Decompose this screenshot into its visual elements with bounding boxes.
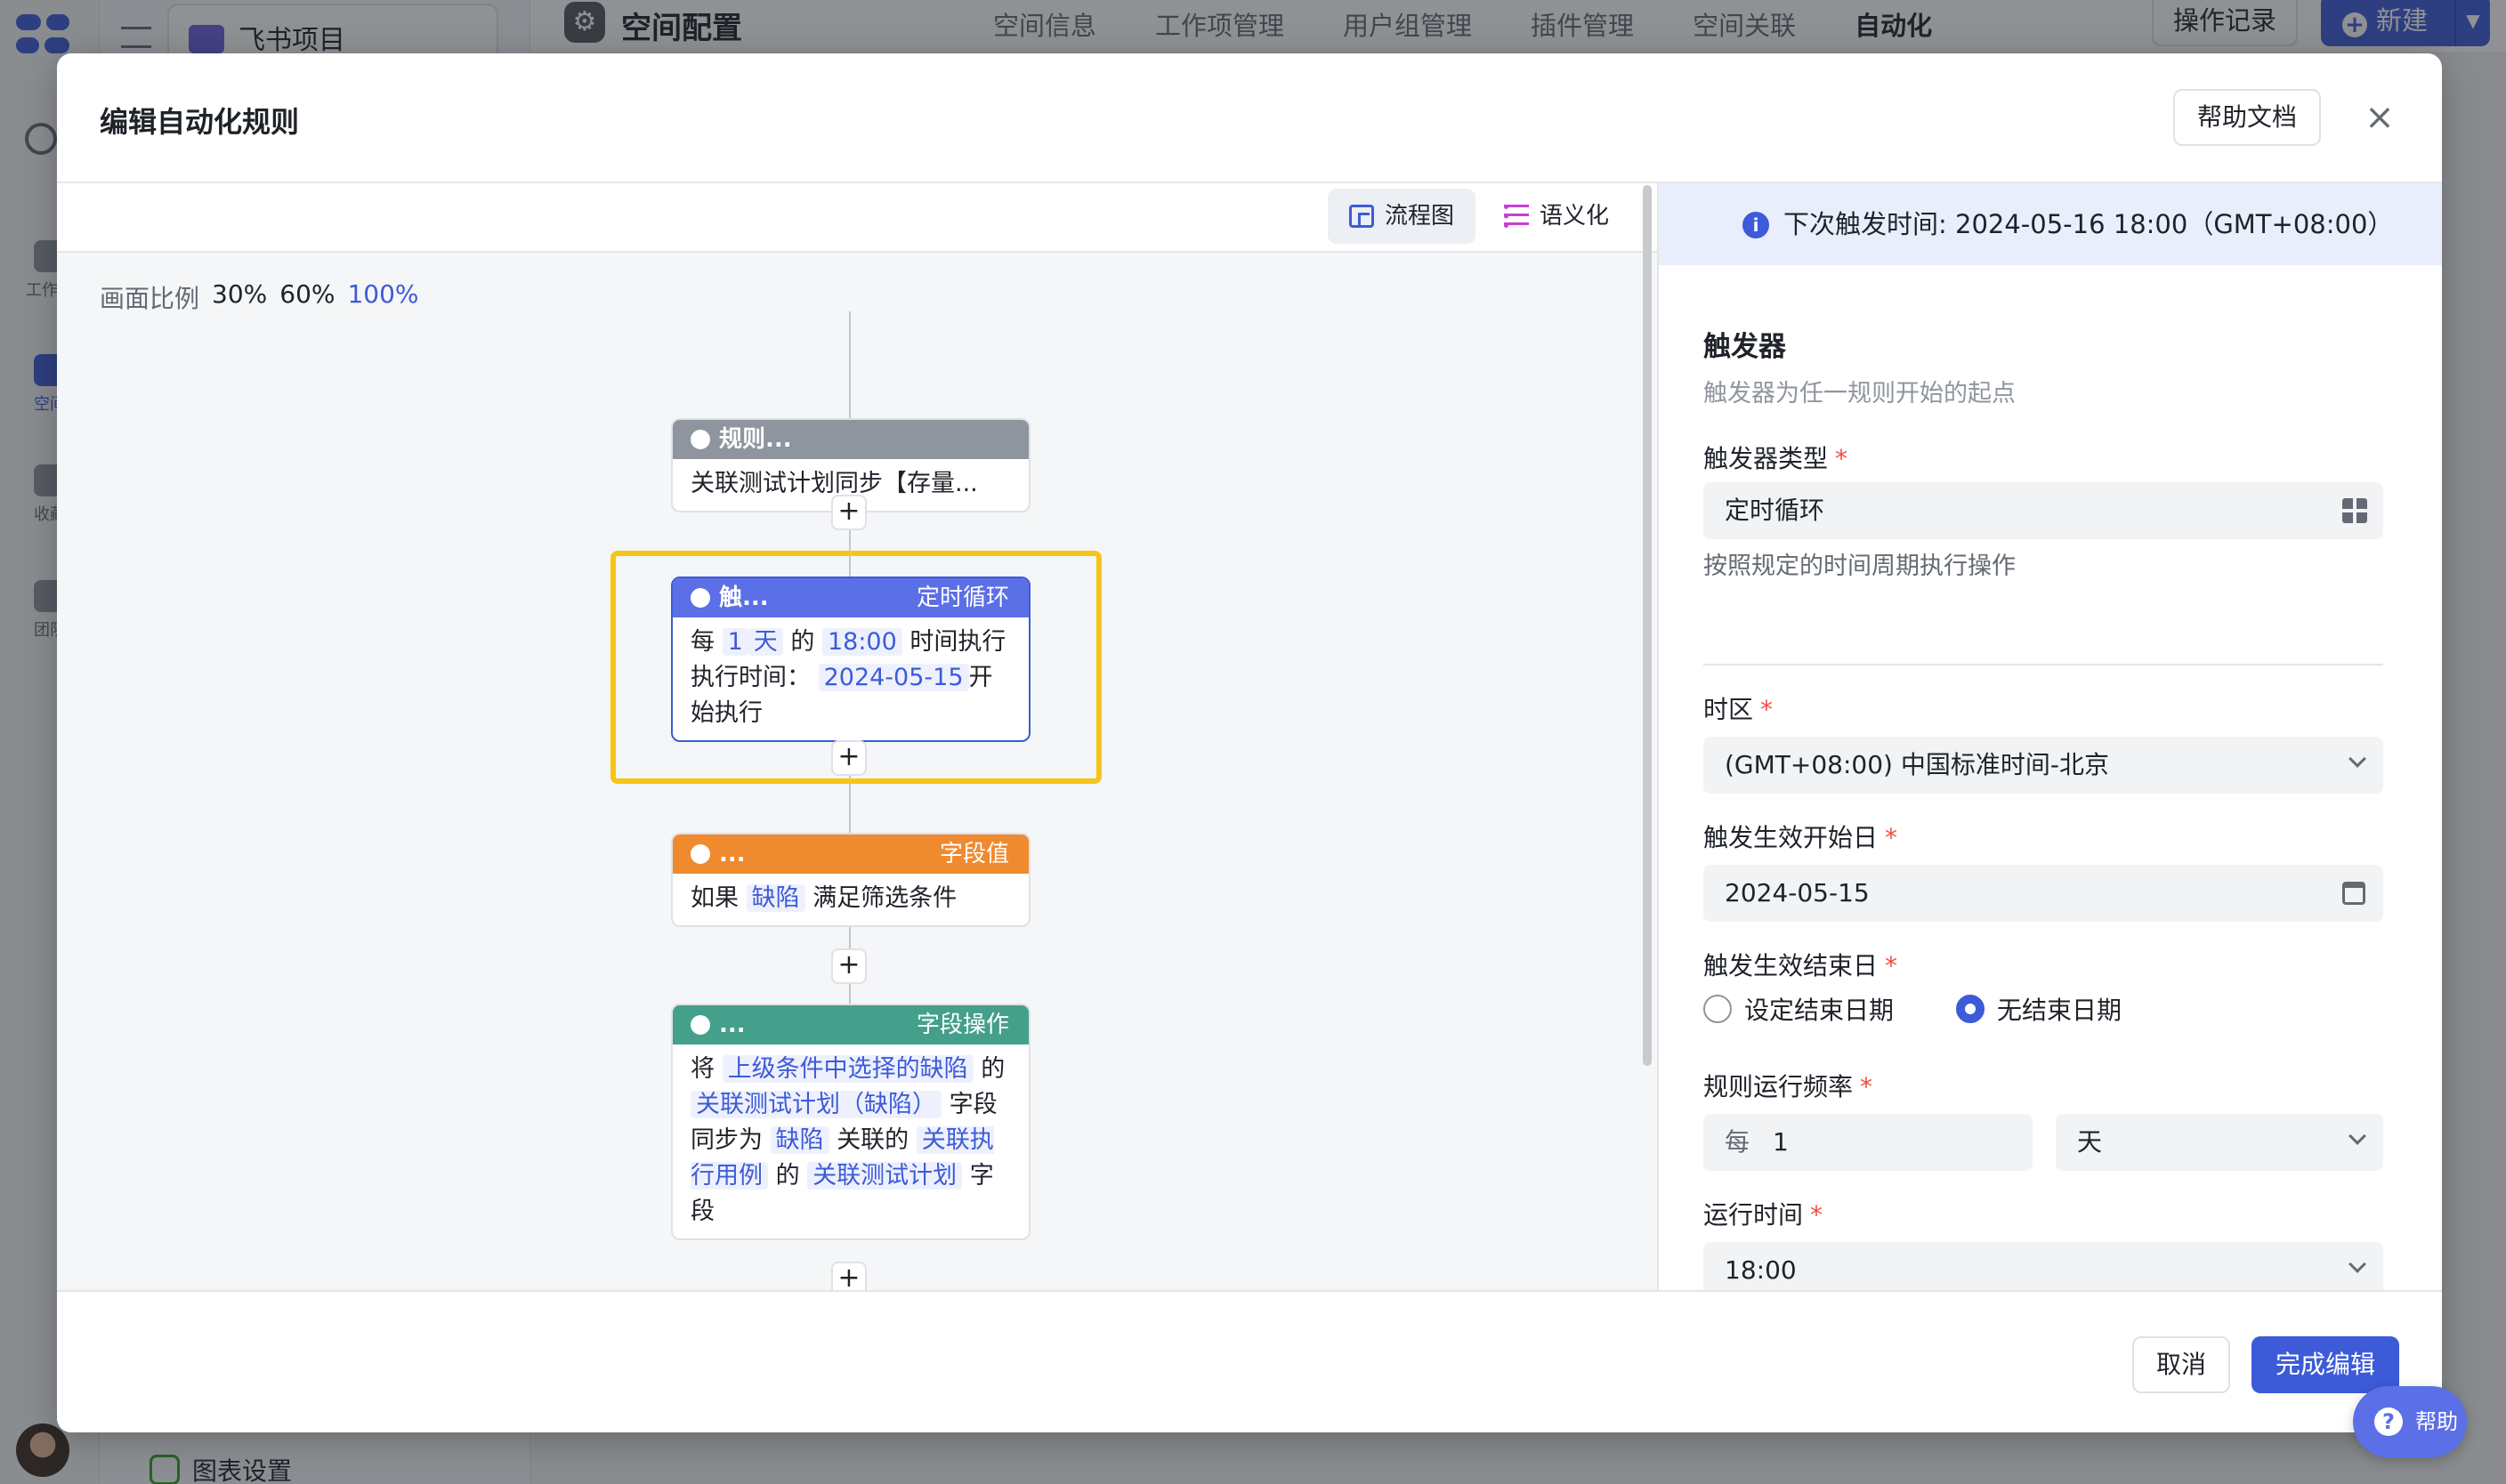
add-step-button[interactable]: + — [831, 740, 867, 776]
view-flowchart-button[interactable]: 流程图 — [1328, 189, 1476, 244]
flowchart-icon — [1349, 205, 1374, 228]
start-date-field[interactable]: 2024-05-15 — [1703, 865, 2383, 922]
filter-icon — [691, 844, 710, 864]
canvas-scrollbar[interactable] — [1643, 185, 1652, 1182]
info-icon: i — [1742, 212, 1769, 238]
frequency-number-input[interactable]: 每1 — [1703, 1114, 2033, 1171]
view-semantic-button[interactable]: 语义化 — [1483, 189, 1630, 244]
zoom-60[interactable]: 60% — [279, 279, 335, 315]
frequency-label: 规则运行频率 * — [1703, 1072, 1873, 1101]
list-icon — [1504, 205, 1529, 228]
action-node[interactable]: ... 字段操作 将 上级条件中选择的缺陷 的 关联测试计划（缺陷） 字段 同步为… — [671, 1004, 1031, 1240]
section-description: 触发器为任一规则开始的起点 — [1703, 380, 2016, 407]
trigger-type-hint: 按照规定的时间周期执行操作 — [1703, 552, 2016, 580]
divider — [1703, 664, 2383, 665]
section-title: 触发器 — [1703, 331, 1786, 363]
radio-set-end-date[interactable]: 设定结束日期 — [1703, 991, 1894, 1027]
grid-icon — [2342, 498, 2367, 523]
add-step-button[interactable]: + — [831, 948, 867, 984]
zoom-100[interactable]: 100% — [347, 279, 418, 315]
dialog-footer: 取消 完成编辑 — [57, 1290, 2442, 1432]
close-icon[interactable]: × — [2356, 94, 2403, 141]
frequency-unit-select[interactable]: 天 — [2056, 1114, 2383, 1171]
help-doc-button[interactable]: 帮助文档 — [2173, 89, 2321, 146]
radio-circle — [1703, 995, 1732, 1023]
floating-help-button[interactable]: ? 帮助 — [2353, 1386, 2467, 1457]
next-trigger-banner: i 下次触发时间: 2024-05-16 18:00（GMT+08:00） — [1659, 183, 2442, 265]
start-date-label: 触发生效开始日 * — [1703, 823, 1898, 852]
trigger-type-label: 触发器类型 * — [1703, 444, 1848, 473]
add-step-button[interactable]: + — [831, 495, 867, 530]
add-step-button[interactable]: + — [831, 1262, 867, 1290]
radio-circle-checked — [1956, 995, 1985, 1023]
run-time-label: 运行时间 * — [1703, 1200, 1823, 1230]
dialog-header: 编辑自动化规则 帮助文档 × — [57, 53, 2442, 183]
condition-node[interactable]: ... 字段值 如果 缺陷 满足筛选条件 — [671, 833, 1031, 927]
end-date-label: 触发生效结束日 * — [1703, 951, 1898, 980]
dialog-title: 编辑自动化规则 — [100, 105, 300, 139]
radio-no-end-date[interactable]: 无结束日期 — [1956, 991, 2122, 1027]
zoom-scale: 画面比例 30% 60% 100% — [100, 279, 419, 315]
trigger-type-select[interactable]: 定时循环 — [1703, 482, 2383, 539]
question-icon: ? — [2374, 1407, 2403, 1436]
trigger-config-panel: i 下次触发时间: 2024-05-16 18:00（GMT+08:00） 触发… — [1657, 183, 2442, 1299]
canvas-toolbar: 流程图 语义化 — [57, 183, 1657, 253]
cancel-button[interactable]: 取消 — [2132, 1336, 2230, 1393]
timezone-select[interactable]: (GMT+08:00) 中国标准时间-北京 — [1703, 737, 2383, 794]
play-icon — [691, 430, 710, 449]
edit-automation-rule-dialog: 编辑自动化规则 帮助文档 × 流程图 语义化 画面比例 30% 60% 100% — [57, 53, 2442, 1432]
wrench-icon — [691, 1015, 710, 1035]
zoom-30[interactable]: 30% — [212, 279, 267, 315]
calendar-icon — [2342, 882, 2365, 905]
scrollbar-thumb[interactable] — [1643, 185, 1652, 1066]
timezone-label: 时区 * — [1703, 695, 1774, 724]
finish-edit-button[interactable]: 完成编辑 — [2251, 1336, 2399, 1393]
flow-canvas[interactable]: 流程图 语义化 画面比例 30% 60% 100% 规则... 关联测试计划同步… — [57, 183, 1657, 1290]
chevron-down-icon — [2348, 1255, 2366, 1273]
chevron-down-icon — [2348, 750, 2366, 768]
chevron-down-icon — [2348, 1127, 2366, 1145]
